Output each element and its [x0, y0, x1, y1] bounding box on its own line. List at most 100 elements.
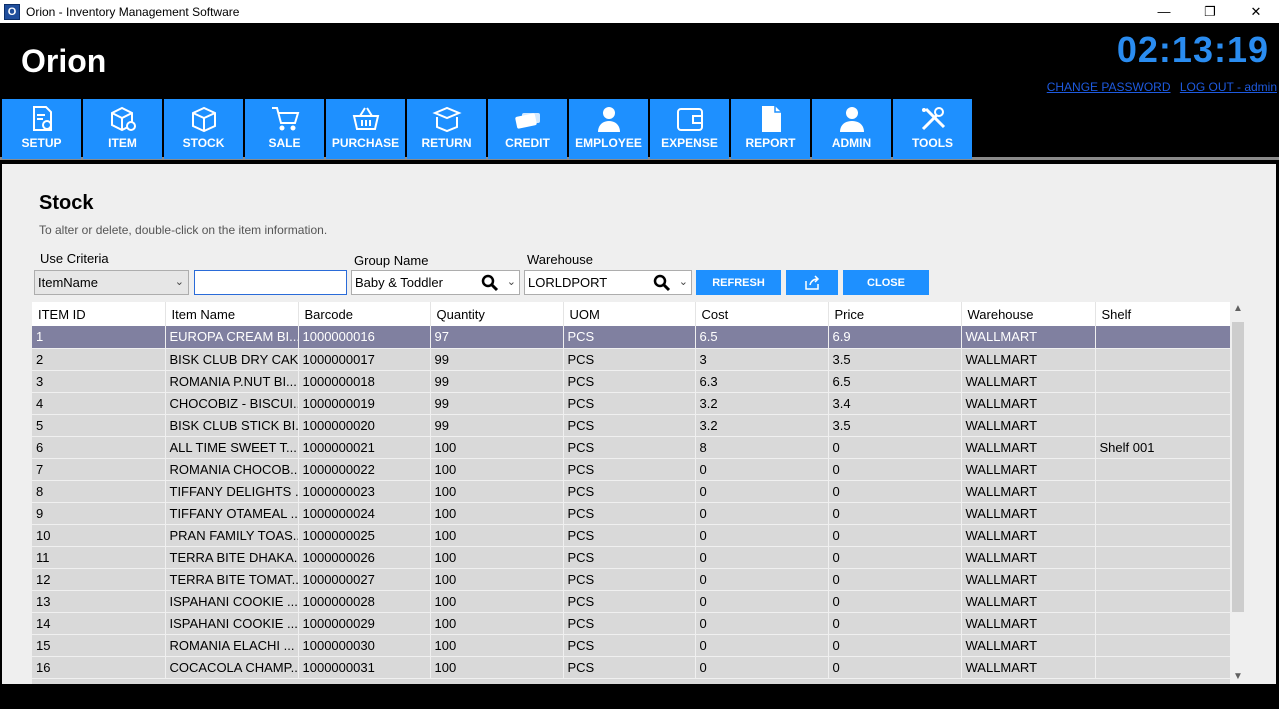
column-header[interactable]: Shelf	[1095, 302, 1230, 326]
table-cell: WALLMART	[961, 392, 1096, 415]
table-cell: 1000000027	[298, 568, 431, 591]
table-cell: 0	[695, 524, 829, 547]
search-input[interactable]	[194, 270, 347, 295]
table-row[interactable]: 2 BISK CLUB DRY CAK... 1000000017 99 PCS 3 3.5…	[32, 348, 1230, 371]
close-button[interactable]: CLOSE	[843, 270, 929, 295]
settings-doc-icon	[32, 106, 52, 131]
menu-setup-button[interactable]: SETUP	[2, 99, 81, 159]
table-row[interactable]: 13 ISPAHANI COOKIE ... 1000000028 100 PCS 0 0 W…	[32, 590, 1230, 613]
table-cell	[1095, 392, 1230, 415]
table-cell: COCACOLA CHAMP...	[165, 656, 299, 679]
table-row[interactable]: 16 COCACOLA CHAMP... 1000000031 100 PCS 0 0 WAL…	[32, 656, 1230, 679]
menu-employee-button[interactable]: EMPLOYEE	[569, 99, 648, 159]
table-cell: 5	[32, 414, 166, 437]
column-header[interactable]: Barcode	[298, 302, 431, 326]
menu-stock-button[interactable]: STOCK	[164, 99, 243, 159]
column-header[interactable]: Price	[828, 302, 962, 326]
table-cell: 1	[32, 326, 166, 349]
minimize-button[interactable]: —	[1141, 0, 1187, 23]
table-row[interactable]: 8 TIFFANY DELIGHTS ... 1000000023 100 PCS 0 0 W…	[32, 480, 1230, 503]
menu-label: STOCK	[182, 136, 225, 150]
table-cell: 3.5	[828, 348, 962, 371]
table-cell	[1095, 568, 1230, 591]
table-cell: 9	[32, 502, 166, 525]
chevron-down-icon[interactable]: ⌄	[507, 275, 516, 288]
table-cell: 0	[828, 568, 962, 591]
grid-scrollbar[interactable]: ▲ ▼	[1230, 302, 1246, 684]
table-row[interactable]: 9 TIFFANY OTAMEAL ... 1000000024 100 PCS 0 0 WA…	[32, 502, 1230, 525]
table-cell: 3.5	[828, 414, 962, 437]
search-icon[interactable]	[653, 274, 671, 292]
table-cell: 0	[828, 458, 962, 481]
tools-icon	[921, 107, 945, 131]
table-cell	[1095, 414, 1230, 437]
column-header[interactable]: Item Name	[165, 302, 299, 326]
table-cell: ALL TIME SWEET T...	[165, 436, 299, 459]
table-row[interactable]: 6 ALL TIME SWEET T... 1000000021 100 PCS 8 0 WA…	[32, 436, 1230, 459]
menu-return-button[interactable]: RETURN	[407, 99, 486, 159]
column-header[interactable]: Cost	[695, 302, 829, 326]
menu-tools-button[interactable]: TOOLS	[893, 99, 972, 159]
table-cell: 100	[430, 502, 564, 525]
table-cell: 0	[695, 458, 829, 481]
brand-title: Orion	[21, 43, 107, 79]
scroll-down-icon[interactable]: ▼	[1233, 671, 1243, 682]
menu-label: EXPENSE	[661, 136, 718, 150]
table-cell: 0	[695, 634, 829, 657]
group-name-combo[interactable]: Baby & Toddler ⌄	[351, 270, 520, 295]
table-row[interactable]: 11 TERRA BITE DHAKA... 1000000026 100 PCS 0 0 W…	[32, 546, 1230, 569]
chevron-down-icon[interactable]: ⌄	[679, 275, 688, 288]
table-row[interactable]: 7 ROMANIA CHOCOB... 1000000022 100 PCS 0 0 WALL…	[32, 458, 1230, 481]
menu-report-button[interactable]: REPORT	[731, 99, 810, 159]
warehouse-combo[interactable]: LORLDPORT ⌄	[524, 270, 692, 295]
column-header[interactable]: ITEM ID	[32, 302, 166, 326]
restore-button[interactable]: ❐	[1187, 0, 1233, 23]
group-name-label: Group Name	[354, 253, 429, 268]
table-cell: 1000000016	[298, 326, 431, 349]
search-icon[interactable]	[481, 274, 499, 292]
menu-label: SETUP	[21, 136, 62, 150]
menu-sale-button[interactable]: SALE	[245, 99, 324, 159]
menu-purchase-button[interactable]: PURCHASE	[326, 99, 405, 159]
stock-grid[interactable]: ITEM ID Item Name Barcode Quantity UOM Cost Pr…	[32, 302, 1230, 684]
export-button[interactable]	[786, 270, 838, 295]
menu-label: SALE	[268, 136, 301, 150]
table-cell: PCS	[563, 568, 696, 591]
table-cell: BISK CLUB DRY CAK...	[165, 348, 299, 371]
table-cell: 6.9	[828, 326, 962, 349]
table-cell: 1000000022	[298, 458, 431, 481]
menu-label: EMPLOYEE	[575, 136, 642, 150]
table-row[interactable]: 15 ROMANIA ELACHI ... 1000000030 100 PCS 0 0 WA…	[32, 634, 1230, 657]
change-password-link[interactable]: CHANGE PASSWORD	[1047, 80, 1171, 94]
scroll-thumb[interactable]	[1232, 322, 1244, 612]
table-cell: WALLMART	[961, 370, 1096, 393]
table-cell: 6	[32, 436, 166, 459]
table-row[interactable]: 1 EUROPA CREAM BI... 1000000016 97 PCS 6.5 6.9…	[32, 326, 1230, 349]
menu-item-button[interactable]: ITEM	[83, 99, 162, 159]
table-cell: 99	[430, 348, 564, 371]
table-cell: 99	[430, 370, 564, 393]
column-header[interactable]: Quantity	[430, 302, 564, 326]
column-header[interactable]: UOM	[563, 302, 696, 326]
criteria-select[interactable]: ItemName ⌄	[34, 270, 189, 295]
scroll-up-icon[interactable]: ▲	[1233, 303, 1243, 314]
menu-admin-button[interactable]: ADMIN	[812, 99, 891, 159]
column-header[interactable]: Warehouse	[961, 302, 1096, 326]
table-row[interactable]: 10 PRAN FAMILY TOAS... 1000000025 100 PCS 0 0 W…	[32, 524, 1230, 547]
table-cell: 0	[828, 612, 962, 635]
table-cell: BISK CLUB STICK BI...	[165, 414, 299, 437]
menu-credit-button[interactable]: CREDIT	[488, 99, 567, 159]
close-window-button[interactable]: ✕	[1233, 0, 1279, 23]
table-cell	[1095, 502, 1230, 525]
table-cell: 3.4	[828, 392, 962, 415]
menu-expense-button[interactable]: EXPENSE	[650, 99, 729, 159]
table-row[interactable]: 5 BISK CLUB STICK BI... 1000000020 99 PCS 3.2…	[32, 414, 1230, 437]
refresh-button[interactable]: REFRESH	[696, 270, 781, 295]
table-row[interactable]: 14 ISPAHANI COOKIE ... 1000000029 100 PCS 0 0 W…	[32, 612, 1230, 635]
table-row[interactable]: 3 ROMANIA P.NUT BI... 1000000018 99 PCS 6.3 6.…	[32, 370, 1230, 393]
table-row[interactable]: 4 CHOCOBIZ - BISCUI... 1000000019 99 PCS 3.2 3…	[32, 392, 1230, 415]
table-cell	[1095, 612, 1230, 635]
table-row[interactable]: 12 TERRA BITE TOMAT... 1000000027 100 PCS 0 0 W…	[32, 568, 1230, 591]
logout-link[interactable]: LOG OUT - admin	[1180, 80, 1277, 94]
box-gear-icon	[110, 106, 136, 132]
